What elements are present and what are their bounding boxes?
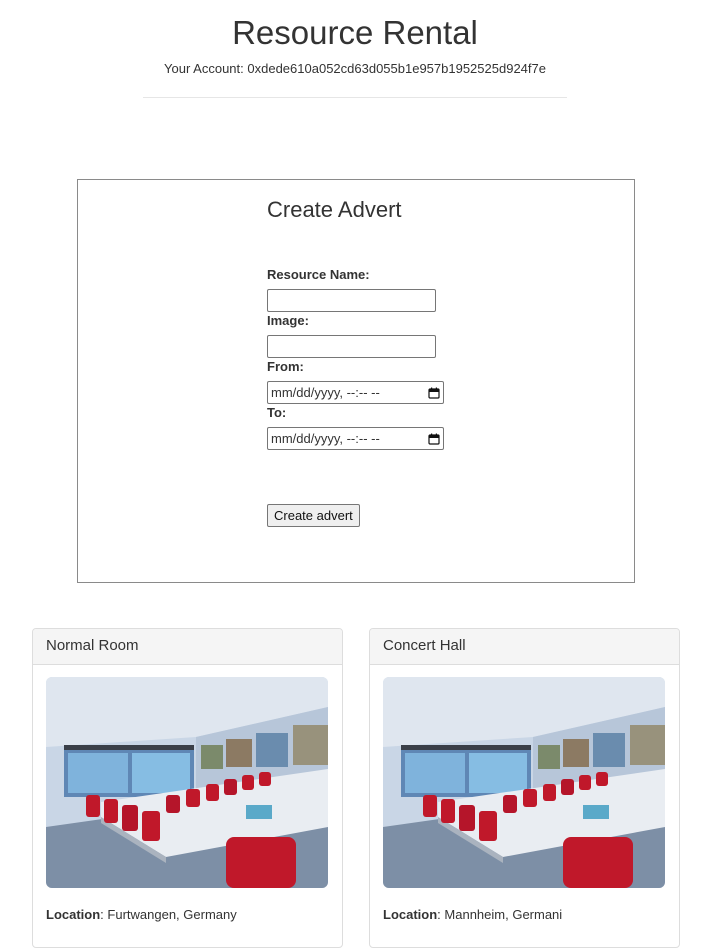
from-label: From:: [267, 359, 304, 374]
location-label: Location: [46, 907, 101, 922]
from-datetime-value: mm/dd/yyyy, --:-- --: [271, 385, 380, 400]
location-value: Furtwangen, Germany: [107, 907, 237, 922]
resource-name-input[interactable]: [267, 289, 436, 312]
conference-room-image: [46, 677, 328, 888]
conference-room-image: [383, 677, 665, 888]
image-input[interactable]: [267, 335, 436, 358]
resource-name-label: Resource Name:: [267, 267, 370, 282]
advert-location: Location: Furtwangen, Germany: [46, 907, 237, 922]
advert-location: Location: Mannheim, Germani: [383, 907, 563, 922]
create-advert-panel: Create Advert Resource Name: Image: From…: [77, 179, 635, 583]
advert-card-title: Concert Hall: [370, 629, 679, 665]
calendar-icon[interactable]: [428, 433, 440, 445]
account-label: Your Account:: [164, 61, 244, 76]
advert-card-title: Normal Room: [33, 629, 342, 665]
location-value: Mannheim, Germani: [444, 907, 563, 922]
room-photo: [383, 677, 665, 888]
page-header: Resource Rental Your Account: 0xdede610a…: [0, 0, 710, 98]
create-advert-button[interactable]: Create advert: [267, 504, 360, 527]
to-label: To:: [267, 405, 287, 420]
image-label: Image:: [267, 313, 309, 328]
calendar-icon[interactable]: [428, 387, 440, 399]
room-photo: [46, 677, 328, 888]
from-datetime-input[interactable]: mm/dd/yyyy, --:-- --: [267, 381, 444, 404]
header-divider: [143, 97, 567, 98]
to-datetime-input[interactable]: mm/dd/yyyy, --:-- --: [267, 427, 444, 450]
form-title: Create Advert: [267, 197, 402, 222]
account-line: Your Account: 0xdede610a052cd63d055b1e95…: [0, 61, 710, 77]
advert-card: Normal Room Location: Furtwangen, German…: [32, 628, 343, 948]
to-datetime-value: mm/dd/yyyy, --:-- --: [271, 431, 380, 446]
advert-card: Concert Hall Location: Mannheim, Germani: [369, 628, 680, 948]
account-address: 0xdede610a052cd63d055b1e957b1952525d924f…: [247, 61, 546, 76]
app-title: Resource Rental: [232, 14, 478, 51]
location-label: Location: [383, 907, 438, 922]
